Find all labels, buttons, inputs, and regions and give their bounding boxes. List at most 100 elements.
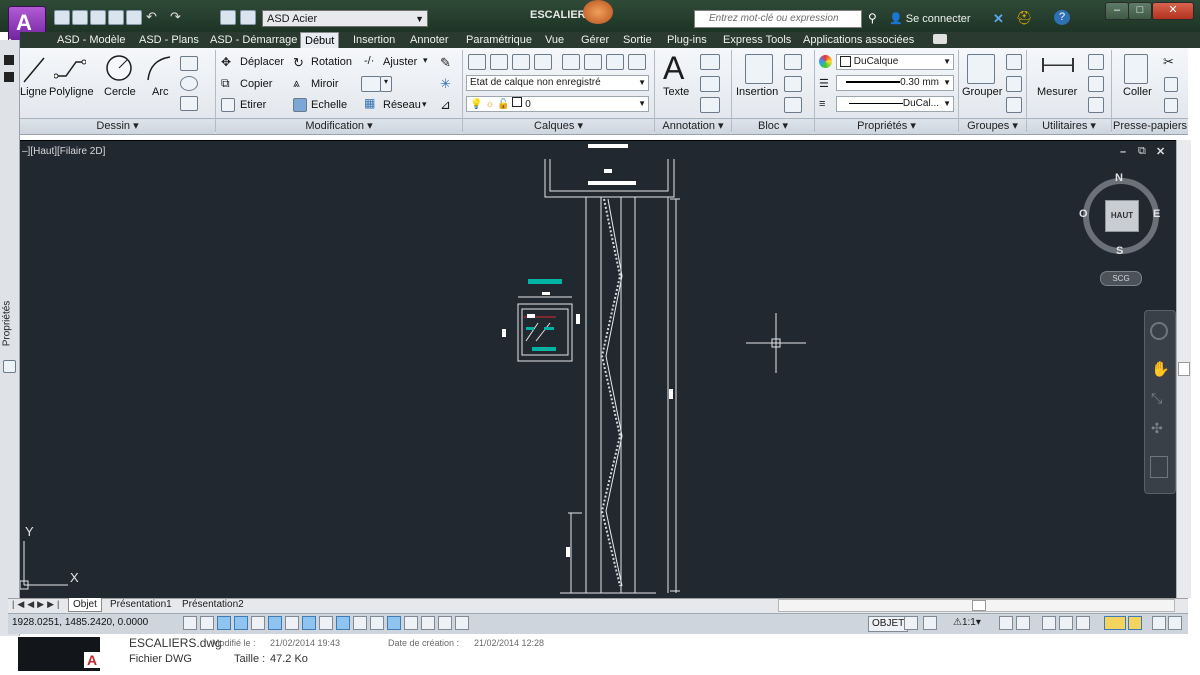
viewcube-south-label[interactable]: S xyxy=(1116,245,1123,257)
ajuster-button[interactable]: Ajuster xyxy=(383,56,417,68)
layout-tab-presentation2[interactable]: Présentation2 xyxy=(178,598,248,611)
quick-view-layouts-icon[interactable] xyxy=(904,616,918,630)
match-properties-icon[interactable] xyxy=(819,55,832,68)
status-menu-icon[interactable] xyxy=(1152,616,1166,630)
group-icon[interactable] xyxy=(967,54,995,84)
annotation-scale-dropdown[interactable]: ⚠1:1▾ xyxy=(953,617,981,628)
print-icon[interactable] xyxy=(126,10,142,25)
tab-annoter[interactable]: Annoter xyxy=(406,32,453,48)
open-file-icon[interactable] xyxy=(72,10,88,25)
linetype-dropdown[interactable]: DuCal... ▼ xyxy=(836,96,954,112)
tab-asd-modele[interactable]: ASD - Modèle xyxy=(53,32,129,48)
edit-block-icon[interactable] xyxy=(784,76,802,92)
layout-tab-objet[interactable]: Objet xyxy=(68,598,102,612)
select-all-icon[interactable] xyxy=(1088,76,1104,92)
annotation-visibility-icon[interactable] xyxy=(999,616,1013,630)
maximize-window-button[interactable]: □ xyxy=(1128,2,1152,20)
tab-insertion[interactable]: Insertion xyxy=(349,32,399,48)
panel-title-annotation[interactable]: Annotation ▾ xyxy=(655,118,731,134)
copy-clip-icon[interactable] xyxy=(1164,77,1178,92)
properties-match-icon[interactable] xyxy=(220,10,236,25)
polyline-icon[interactable] xyxy=(54,56,86,82)
layout-nav-arrows-icon[interactable]: |◀◀▶▶| xyxy=(12,599,62,610)
tab-vue[interactable]: Vue xyxy=(541,32,568,48)
zoom-extents-icon[interactable]: ⤡ xyxy=(1151,390,1162,407)
calculator-icon[interactable] xyxy=(1088,97,1104,113)
light-bulb-icon[interactable] xyxy=(1128,616,1142,630)
tab-debut[interactable]: Début xyxy=(300,32,340,49)
rotation-button[interactable]: Rotation xyxy=(311,56,352,68)
insertion-label[interactable]: Insertion xyxy=(736,86,778,98)
current-layer-dropdown[interactable]: 💡 ☼ 🔓 0 ▼ xyxy=(466,96,649,112)
layer-previous-icon[interactable] xyxy=(628,54,646,70)
coller-label[interactable]: Coller xyxy=(1123,86,1152,98)
line-icon[interactable] xyxy=(22,54,48,84)
tab-sortie[interactable]: Sortie xyxy=(619,32,656,48)
model-space-button[interactable]: OBJET xyxy=(868,616,909,632)
layer-state-dropdown[interactable]: Etat de calque non enregistré ▼ xyxy=(466,75,649,91)
ortho-mode-icon[interactable] xyxy=(234,616,248,630)
hardware-performance-icon[interactable] xyxy=(1076,616,1090,630)
exchange-icon[interactable]: ✕ xyxy=(993,11,1004,27)
quick-view-drawings-icon[interactable] xyxy=(923,616,937,630)
chevron-down-icon[interactable]: ▾ xyxy=(423,55,428,66)
palette-autohide-icon[interactable] xyxy=(4,55,14,65)
tab-asd-demarrage[interactable]: ASD - Démarrage xyxy=(206,32,301,48)
echelle-button[interactable]: Echelle xyxy=(311,99,347,111)
layer-properties-icon[interactable] xyxy=(468,54,486,70)
isolate-icon[interactable] xyxy=(1104,616,1126,630)
palette-settings-icon[interactable] xyxy=(3,360,16,373)
grid-display-icon[interactable] xyxy=(217,616,231,630)
tab-plug-ins[interactable]: Plug-ins xyxy=(663,32,711,48)
workspace-dropdown[interactable]: ASD Acier ▼ xyxy=(262,10,428,27)
etirer-button[interactable]: Etirer xyxy=(240,99,266,111)
explode-icon[interactable]: ✳ xyxy=(440,76,451,92)
viewcube-west-label[interactable]: O xyxy=(1079,208,1088,220)
panel-title-calques[interactable]: Calques ▾ xyxy=(463,118,654,134)
minimize-window-button[interactable]: – xyxy=(1105,2,1129,20)
tab-asd-plans[interactable]: ASD - Plans xyxy=(135,32,203,48)
paste-icon[interactable] xyxy=(1124,54,1148,84)
viewcube-top-face[interactable]: HAUT xyxy=(1105,200,1139,232)
rectangle-icon[interactable] xyxy=(180,56,198,71)
arc-icon[interactable] xyxy=(145,54,173,82)
layer-match-icon[interactable] xyxy=(606,54,624,70)
quick-properties-icon[interactable] xyxy=(387,616,401,630)
ribbon-minimize-icon[interactable] xyxy=(933,34,947,44)
polar-tracking-icon[interactable] xyxy=(251,616,265,630)
circle-icon[interactable] xyxy=(105,54,133,82)
save-as-icon[interactable] xyxy=(108,10,124,25)
deplacer-button[interactable]: Déplacer xyxy=(240,56,284,68)
layer-freeze-icon[interactable] xyxy=(562,54,580,70)
layer-isolate-icon[interactable] xyxy=(534,54,552,70)
orbit-icon[interactable]: ✣ xyxy=(1151,420,1163,437)
panel-title-groupes[interactable]: Groupes ▾ xyxy=(959,118,1026,134)
isolate-objects-icon[interactable] xyxy=(438,616,452,630)
ungroup-icon[interactable] xyxy=(1006,54,1022,70)
panel-title-modification[interactable]: Modification ▾ xyxy=(216,118,462,134)
binoculars-icon[interactable]: ⚲ xyxy=(868,11,877,25)
create-block-icon[interactable] xyxy=(784,54,802,70)
ligne-label[interactable]: Ligne xyxy=(20,86,47,98)
save-icon[interactable] xyxy=(90,10,106,25)
copier-button[interactable]: Copier xyxy=(240,78,272,90)
mesurer-label[interactable]: Mesurer xyxy=(1037,86,1077,98)
block-attributes-icon[interactable] xyxy=(784,97,802,113)
offset-icon[interactable]: ⊿ xyxy=(440,97,451,113)
3d-object-snap-icon[interactable] xyxy=(285,616,299,630)
viewcube-north-label[interactable]: N xyxy=(1115,172,1123,184)
new-file-icon[interactable] xyxy=(54,10,70,25)
color-dropdown[interactable]: DuCalque ▼ xyxy=(836,54,954,70)
sign-in-button[interactable]: 👤 Se connecter xyxy=(889,12,971,25)
reseau-button[interactable]: Réseau xyxy=(383,99,421,111)
pan-hand-icon[interactable]: ✋ xyxy=(1151,360,1170,378)
help-button[interactable]: ? xyxy=(1054,10,1070,25)
autodesk-360-icon[interactable]: ⛑ xyxy=(1016,10,1033,26)
annotation-monitor-icon[interactable] xyxy=(421,616,435,630)
hardware-acceleration-icon[interactable] xyxy=(455,616,469,630)
search-input[interactable]: Entrez mot-clé ou expression xyxy=(694,10,862,28)
layer-off-icon[interactable] xyxy=(512,54,530,70)
quick-select-icon[interactable] xyxy=(1088,54,1104,70)
object-snap-tracking-icon[interactable] xyxy=(302,616,316,630)
panel-title-utilitaires[interactable]: Utilitaires ▾ xyxy=(1027,118,1111,134)
